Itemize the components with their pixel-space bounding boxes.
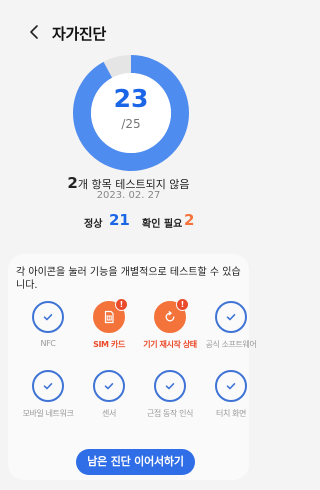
score-value: 23 bbox=[113, 84, 149, 113]
warning-badge: ! bbox=[115, 298, 128, 311]
back-button[interactable] bbox=[27, 22, 43, 42]
back-arrow-icon bbox=[30, 25, 38, 39]
test-item[interactable]: ! 기기 재시작 상태 bbox=[137, 298, 203, 350]
test-item[interactable]: 근접 동작 인식 bbox=[137, 370, 203, 419]
test-item-label: 모바일 네트워크 bbox=[22, 409, 74, 418]
check-icon bbox=[43, 383, 53, 390]
check-needed-count: 2 bbox=[184, 211, 195, 229]
sim-card-icon bbox=[104, 310, 114, 324]
restart-icon bbox=[165, 311, 175, 322]
page-title: 자가진단 bbox=[52, 25, 107, 43]
normal-label: 정상 bbox=[84, 219, 103, 230]
self-diagnosis-screen: 자가진단 23 /25 2개 항목 테스트되지 않음 2023. 02. 27 … bbox=[0, 0, 257, 490]
test-item-label: 센서 bbox=[102, 409, 116, 418]
test-item-button[interactable] bbox=[32, 301, 64, 333]
test-instructions: 각 아이콘을 눌러 기능을 개별적으로 테스트할 수 있습니다. bbox=[16, 267, 241, 291]
check-icon bbox=[165, 383, 175, 390]
check-needed-label: 확인 필요 bbox=[142, 219, 183, 230]
test-item-label: 터치 화면 bbox=[216, 409, 246, 418]
check-icon bbox=[226, 383, 236, 390]
test-item[interactable]: 모바일 네트워크 bbox=[15, 370, 81, 419]
test-item[interactable]: 터치 화면 bbox=[198, 370, 264, 419]
test-item-button[interactable] bbox=[154, 370, 186, 402]
test-item-label: 기기 재시작 상태 bbox=[143, 340, 197, 349]
diagnosis-date: 2023. 02. 27 bbox=[96, 190, 161, 201]
test-item-button[interactable] bbox=[215, 301, 247, 333]
test-item-label: 공식 소프트웨어 bbox=[205, 340, 257, 349]
header: 자가진단 bbox=[0, 22, 257, 43]
normal-count: 21 bbox=[109, 211, 130, 229]
check-icon bbox=[226, 314, 236, 321]
test-item-button[interactable]: ! bbox=[93, 298, 128, 333]
check-icon bbox=[43, 314, 53, 321]
score-total: /25 bbox=[121, 117, 141, 131]
test-item-label: 근접 동작 인식 bbox=[146, 409, 194, 418]
test-item[interactable]: NFC bbox=[15, 301, 81, 348]
test-item-button[interactable] bbox=[93, 370, 125, 402]
test-item-label: SIM 카드 bbox=[93, 340, 125, 349]
score-ring bbox=[73, 55, 189, 171]
test-item[interactable]: 센서 bbox=[76, 370, 142, 419]
warning-badge: ! bbox=[176, 298, 189, 311]
test-item-button[interactable]: ! bbox=[154, 298, 189, 333]
continue-diagnosis-button[interactable]: 남은 진단 이어서하기 bbox=[76, 449, 195, 475]
test-item-button[interactable] bbox=[215, 370, 247, 402]
test-item[interactable]: 공식 소프트웨어 bbox=[198, 301, 264, 350]
test-item-button[interactable] bbox=[32, 370, 64, 402]
result-counts: 정상 21 확인 필요 2 bbox=[0, 211, 257, 231]
test-item-label: NFC bbox=[40, 339, 56, 348]
check-icon bbox=[104, 383, 114, 390]
test-item[interactable]: ! SIM 카드 bbox=[76, 298, 142, 350]
